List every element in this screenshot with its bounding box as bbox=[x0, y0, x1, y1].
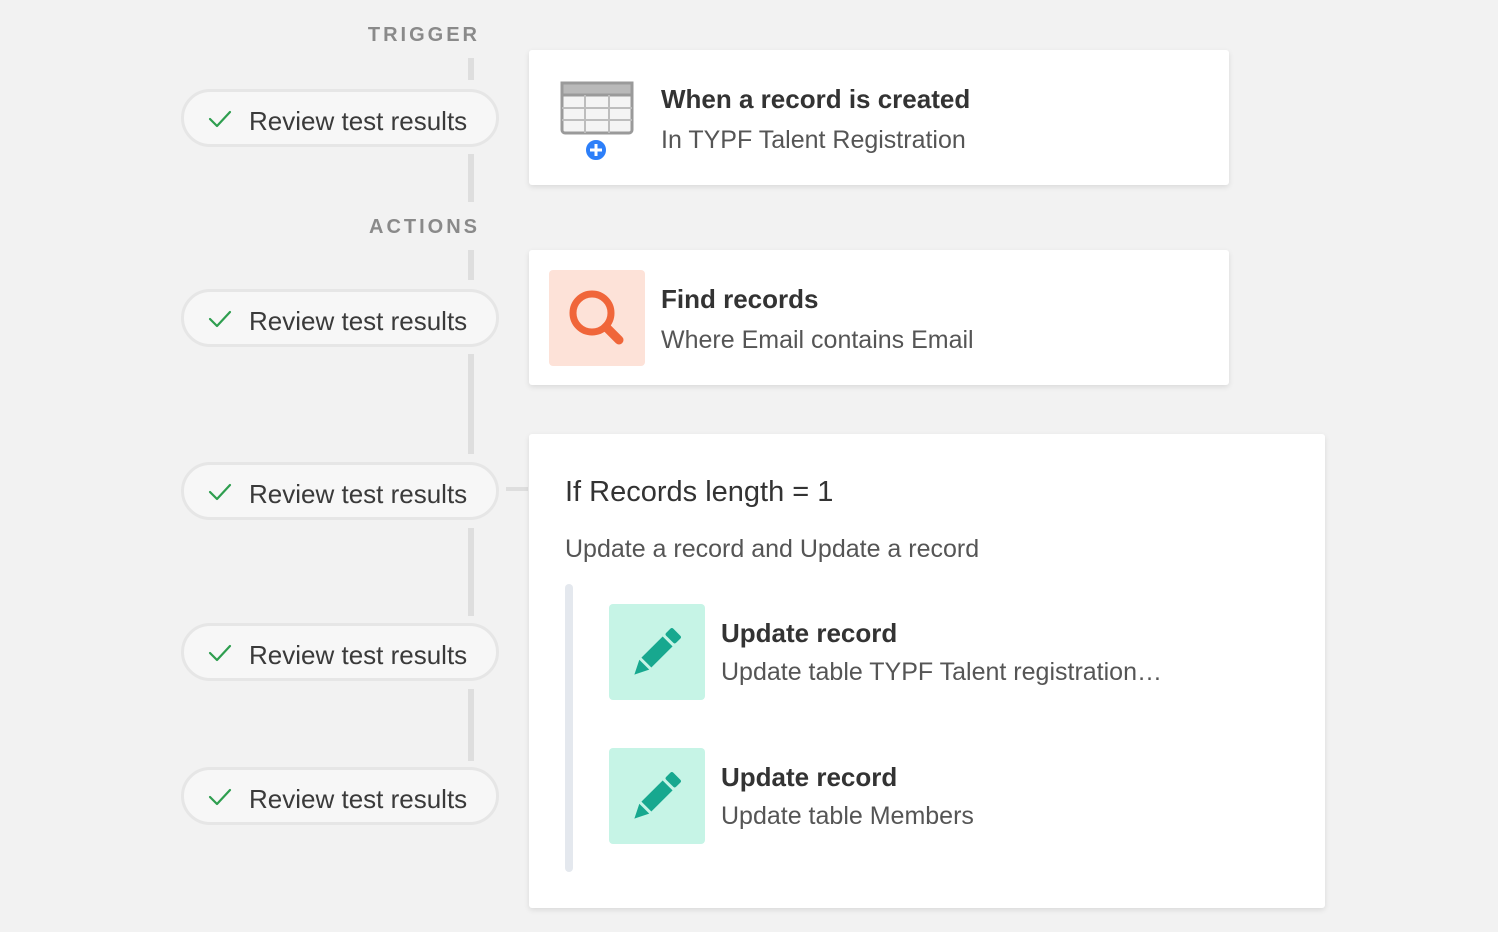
pencil-icon-box bbox=[609, 604, 705, 700]
actions-section-label: ACTIONS bbox=[369, 216, 480, 238]
search-icon bbox=[569, 290, 624, 345]
find-records-title: Find records bbox=[661, 284, 819, 314]
branch-rail bbox=[565, 584, 573, 872]
checkmark-icon bbox=[208, 788, 232, 806]
pencil-icon bbox=[634, 772, 681, 819]
update-record-step[interactable]: Update record Update table Members bbox=[609, 748, 1269, 844]
checkmark-icon bbox=[208, 310, 232, 328]
review-test-results-label: Review test results bbox=[249, 640, 468, 670]
update-record-subtitle: Update table Members bbox=[721, 802, 974, 830]
find-records-subtitle: Where Email contains Email bbox=[661, 326, 974, 354]
pencil-icon-box bbox=[609, 748, 705, 844]
condition-card[interactable]: If Records length = 1 Update a record an… bbox=[529, 434, 1325, 908]
condition-title: If Records length = 1 bbox=[565, 476, 834, 508]
review-test-results-button[interactable]: Review test results bbox=[181, 89, 499, 147]
review-test-results-label: Review test results bbox=[249, 784, 468, 814]
trigger-section-label: TRIGGER bbox=[367, 24, 480, 46]
review-test-results-label: Review test results bbox=[249, 306, 468, 336]
trigger-subtitle: In TYPF Talent Registration bbox=[661, 126, 966, 154]
checkmark-icon bbox=[208, 483, 232, 501]
connector-line bbox=[468, 250, 474, 280]
update-record-subtitle: Update table TYPF Talent registration… bbox=[721, 658, 1162, 686]
connector-line bbox=[468, 689, 474, 761]
update-record-title: Update record bbox=[721, 762, 898, 792]
find-records-card[interactable]: Find records Where Email contains Email bbox=[529, 250, 1229, 385]
connector-line bbox=[468, 354, 474, 454]
condition-subtitle: Update a record and Update a record bbox=[565, 535, 980, 563]
connector-line bbox=[468, 528, 474, 616]
review-test-results-label: Review test results bbox=[249, 479, 468, 509]
connector-line bbox=[506, 487, 528, 491]
pencil-icon bbox=[634, 628, 681, 675]
update-record-step[interactable]: Update record Update table TYPF Talent r… bbox=[609, 604, 1269, 700]
trigger-title: When a record is created bbox=[661, 84, 971, 114]
table-add-icon bbox=[560, 81, 634, 162]
trigger-card[interactable]: When a record is created In TYPF Talent … bbox=[529, 50, 1229, 185]
connector-line bbox=[468, 154, 474, 202]
connector-line bbox=[468, 58, 474, 80]
checkmark-icon bbox=[208, 644, 232, 662]
checkmark-icon bbox=[208, 110, 232, 128]
search-icon-box bbox=[549, 270, 645, 366]
update-record-title: Update record bbox=[721, 618, 898, 648]
review-test-results-button[interactable]: Review test results bbox=[181, 623, 499, 681]
review-test-results-button[interactable]: Review test results bbox=[181, 289, 499, 347]
review-test-results-button[interactable]: Review test results bbox=[181, 767, 499, 825]
review-test-results-button[interactable]: Review test results bbox=[181, 462, 499, 520]
review-test-results-label: Review test results bbox=[249, 106, 468, 136]
